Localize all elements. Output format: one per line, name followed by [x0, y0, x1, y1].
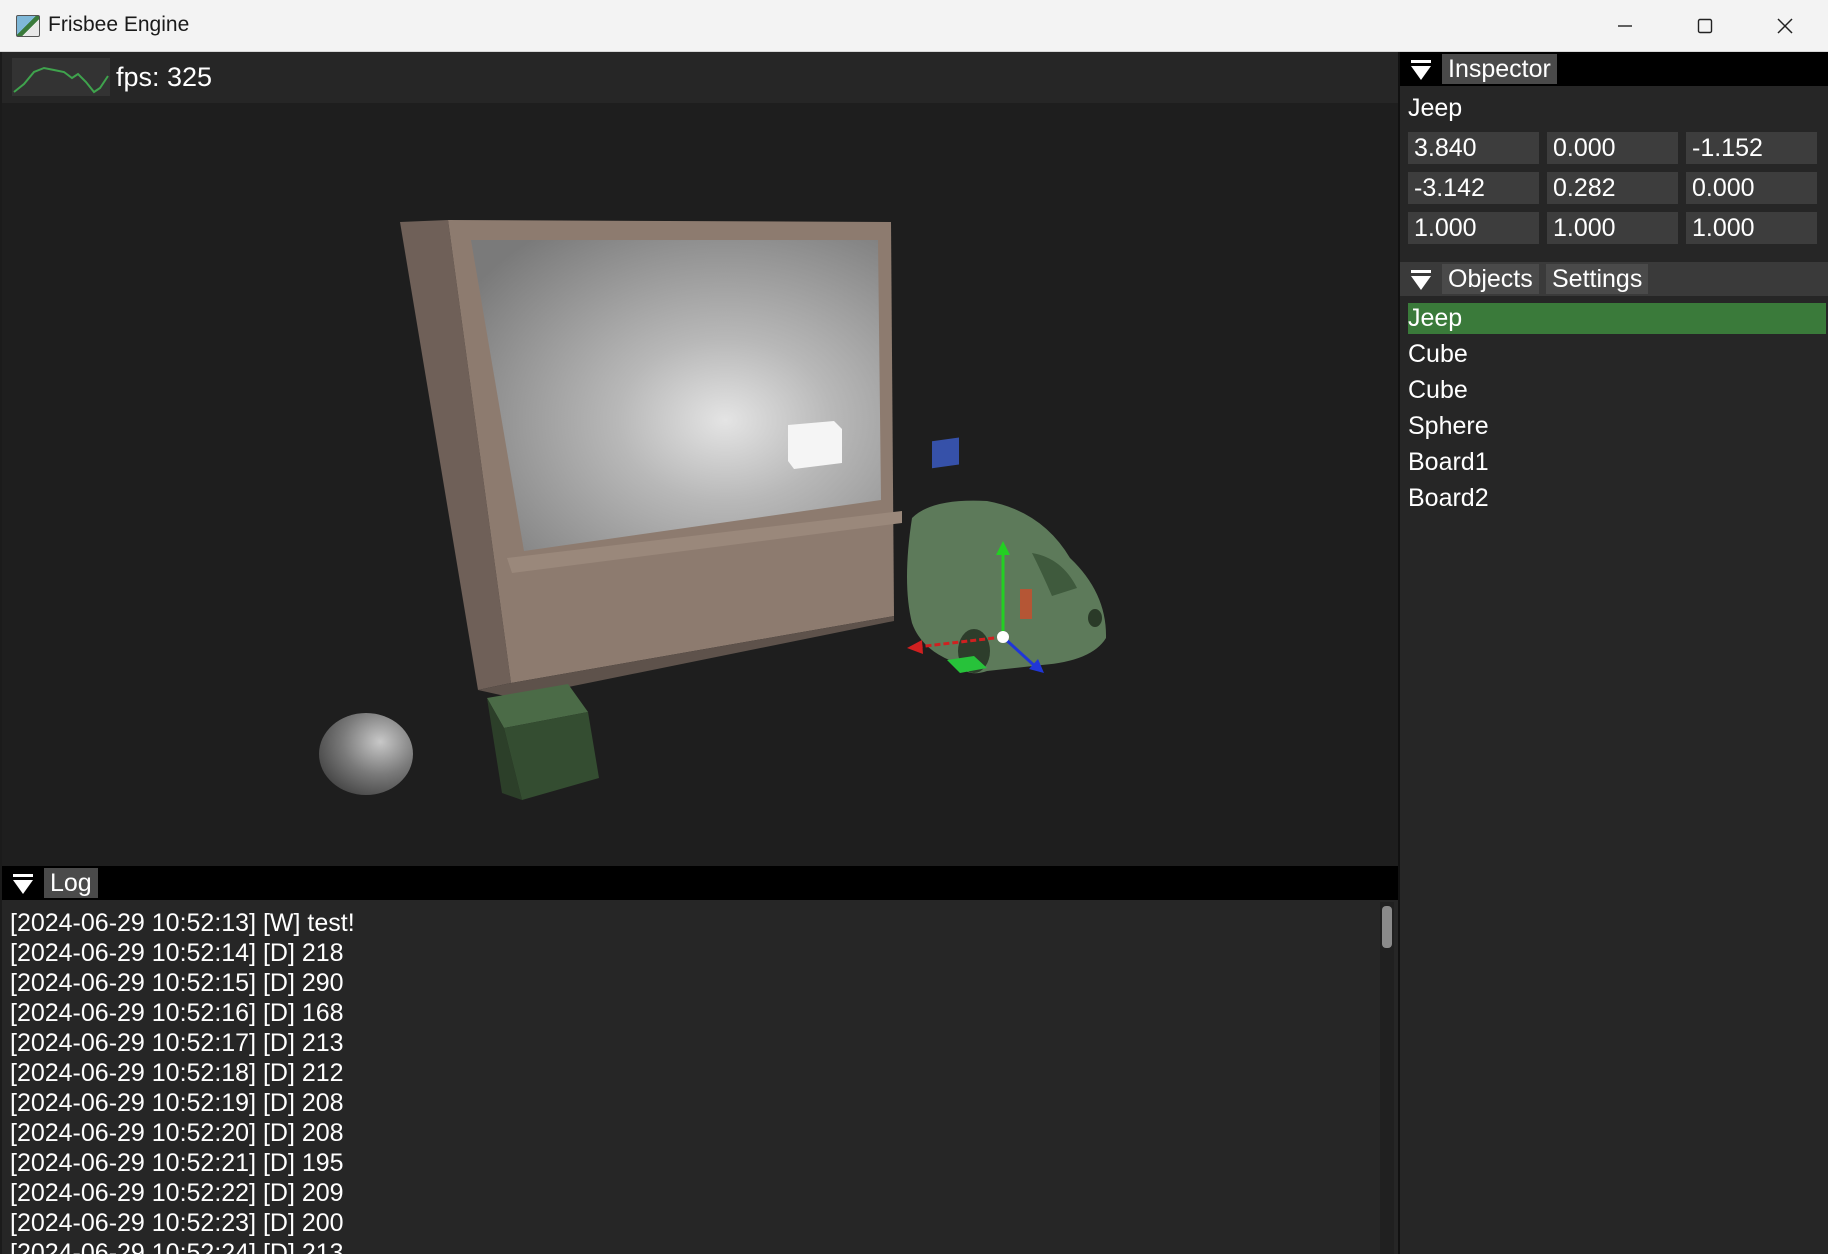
log-line: [2024-06-29 10:52:23] [D] 200 [10, 1209, 344, 1237]
selected-object-name: Jeep [1408, 94, 1463, 122]
maximize-button[interactable] [1665, 0, 1745, 52]
scale-x-field[interactable] [1408, 212, 1539, 244]
log-header: Log [2, 866, 1398, 900]
right-sidebar: Inspector Jeep Objects Settings J [1398, 52, 1828, 1254]
rotation-z-field[interactable] [1686, 172, 1817, 204]
scale-y-field[interactable] [1547, 212, 1678, 244]
app-icon [16, 15, 40, 37]
tab-log[interactable]: Log [44, 868, 98, 898]
log-line: [2024-06-29 10:52:19] [D] 208 [10, 1089, 344, 1117]
log-line: [2024-06-29 10:52:21] [D] 195 [10, 1149, 344, 1177]
inspector-panel: Inspector Jeep [1400, 52, 1828, 262]
log-line: [2024-06-29 10:52:17] [D] 213 [10, 1029, 344, 1057]
position-row [1408, 132, 1828, 166]
fps-graph [12, 58, 110, 96]
close-icon [1777, 18, 1793, 34]
tab-inspector[interactable]: Inspector [1442, 54, 1557, 84]
minimize-icon [1618, 25, 1632, 27]
gizmo-center [997, 631, 1009, 643]
scene-render[interactable] [2, 103, 1398, 866]
object-list-item[interactable]: Jeep [1408, 303, 1826, 334]
log-line: [2024-06-29 10:52:20] [D] 208 [10, 1119, 344, 1147]
tab-settings[interactable]: Settings [1546, 264, 1649, 294]
log-line: [2024-06-29 10:52:24] [D] 213 [10, 1239, 344, 1254]
objects-header: Objects Settings [1400, 262, 1828, 296]
object-list-item[interactable]: Sphere [1408, 411, 1826, 442]
light-cube [788, 421, 842, 469]
log-line: [2024-06-29 10:52:22] [D] 209 [10, 1179, 344, 1207]
collapse-arrow-icon[interactable] [1410, 269, 1432, 291]
gizmo-plane-red [1020, 589, 1032, 619]
object-list-item[interactable]: Cube [1408, 375, 1826, 406]
log-line: [2024-06-29 10:52:13] [W] test! [10, 909, 355, 937]
maximize-icon [1697, 18, 1713, 34]
object-list-item[interactable]: Board1 [1408, 447, 1826, 478]
log-scrollbar[interactable] [1380, 902, 1394, 1254]
fps-counter: fps: 325 [116, 62, 213, 92]
position-z-field[interactable] [1686, 132, 1817, 164]
rotation-x-field[interactable] [1408, 172, 1539, 204]
log-line: [2024-06-29 10:52:15] [D] 290 [10, 969, 344, 997]
sphere [319, 713, 413, 795]
inspector-header: Inspector [1400, 52, 1828, 86]
log-line: [2024-06-29 10:52:16] [D] 168 [10, 999, 344, 1027]
position-y-field[interactable] [1547, 132, 1678, 164]
object-list-item[interactable]: Board2 [1408, 483, 1826, 514]
collapse-arrow-icon[interactable] [12, 873, 34, 895]
close-button[interactable] [1745, 0, 1825, 52]
scale-z-field[interactable] [1686, 212, 1817, 244]
fps-overlay: fps: 325 [2, 52, 1398, 103]
log-list: [2024-06-29 10:52:13] [W] test! [2024-06… [10, 908, 1370, 1254]
log-panel: Log [2024-06-29 10:52:13] [W] test! [202… [2, 866, 1398, 1254]
window-title: Frisbee Engine [48, 13, 190, 36]
scene-viewport[interactable]: fps: 325 [2, 52, 1398, 866]
board-screen [471, 240, 881, 551]
objects-panel: Objects Settings Jeep Cube Cube Sphere B… [1400, 262, 1828, 1254]
title-bar[interactable]: Frisbee Engine [0, 0, 1828, 52]
gizmo-x-arrow [907, 640, 923, 654]
collapse-arrow-icon[interactable] [1410, 59, 1432, 81]
log-line: [2024-06-29 10:52:18] [D] 212 [10, 1059, 344, 1087]
position-x-field[interactable] [1408, 132, 1539, 164]
jeep-headlight [1088, 609, 1102, 627]
object-list-item[interactable]: Cube [1408, 339, 1826, 370]
rotation-y-field[interactable] [1547, 172, 1678, 204]
log-scrollbar-thumb[interactable] [1382, 906, 1392, 948]
log-line: [2024-06-29 10:52:14] [D] 218 [10, 939, 344, 967]
gizmo-plane-blue [932, 437, 959, 469]
rotation-row [1408, 172, 1828, 206]
minimize-button[interactable] [1585, 0, 1665, 52]
tab-objects[interactable]: Objects [1442, 264, 1539, 294]
scale-row [1408, 212, 1828, 246]
